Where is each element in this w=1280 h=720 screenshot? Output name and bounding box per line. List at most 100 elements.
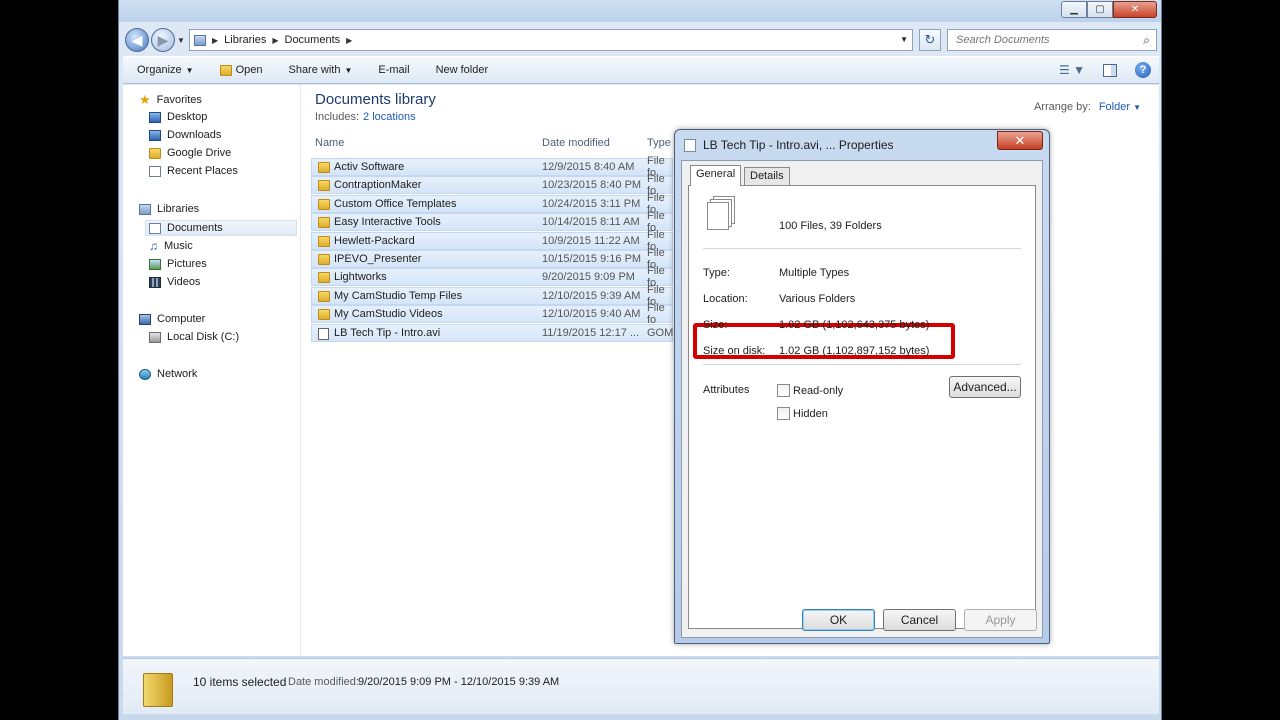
nav-label: Documents [167, 222, 223, 234]
organize-label: Organize [137, 64, 182, 76]
recent-pages-dropdown[interactable]: ▼ [177, 36, 185, 45]
file-name: IPEVO_Presenter [334, 252, 422, 265]
breadcrumb-arrow-icon[interactable]: ▶ [212, 36, 218, 45]
help-icon[interactable]: ? [1135, 62, 1151, 78]
folder-icon [318, 235, 330, 247]
column-header-date[interactable]: Date modified [542, 137, 610, 149]
tab-general[interactable]: General [690, 165, 742, 186]
email-label: E-mail [378, 64, 410, 76]
selected-count: 10 items selected [193, 675, 287, 689]
folder-icon [318, 290, 330, 302]
network-icon [139, 368, 151, 380]
file-row[interactable]: My CamStudio Videos 12/10/2015 9:40 AM Fil… [311, 302, 673, 327]
back-button[interactable]: ◀ [125, 28, 149, 52]
dialog-close-button[interactable]: ✕ [997, 131, 1043, 150]
email-button[interactable]: E-mail [378, 64, 409, 76]
ok-button[interactable]: OK [802, 609, 875, 631]
address-dropdown-icon[interactable]: ▼ [900, 35, 908, 44]
nav-item-desktop[interactable]: Desktop [149, 111, 207, 123]
file-date: 10/23/2015 8:40 PM [542, 179, 642, 192]
open-folder-icon [219, 64, 232, 76]
tab-details[interactable]: Details [744, 167, 790, 186]
file-row[interactable]: Easy Interactive Tools 10/14/2015 8:11 AM… [311, 210, 673, 234]
includes-locations-link[interactable]: 2 locations [363, 111, 416, 123]
file-row[interactable]: ContraptionMaker 10/23/2015 8:40 PM File f… [311, 173, 673, 197]
file-row[interactable]: Custom Office Templates 10/24/2015 3:11 P… [311, 192, 673, 216]
selection-folder-icon [143, 673, 173, 707]
nav-item-recent-places[interactable]: Recent Places [149, 165, 238, 177]
nav-label: Desktop [167, 111, 208, 123]
library-title: Documents library [315, 91, 436, 108]
maximize-button[interactable]: ▢ [1087, 1, 1113, 18]
readonly-label[interactable]: Read-only [793, 385, 843, 397]
nav-item-documents[interactable]: Documents [145, 220, 297, 236]
cancel-button[interactable]: Cancel [883, 609, 956, 631]
window-controls: ▁ ▢ ✕ [1061, 1, 1157, 18]
location-label: Location: [703, 293, 748, 305]
breadcrumb-documents[interactable]: Documents [285, 34, 341, 46]
advanced-button[interactable]: Advanced... [949, 376, 1021, 398]
forward-button[interactable]: ▶ [151, 28, 175, 52]
nav-item-pictures[interactable]: Pictures [149, 258, 207, 270]
change-view-icon[interactable]: ☰ ▼ [1059, 63, 1085, 77]
documents-icon [149, 222, 161, 234]
nav-item-downloads[interactable]: Downloads [149, 129, 221, 141]
breadcrumb-libraries[interactable]: Libraries [224, 34, 266, 46]
file-row[interactable]: LB Tech Tip - Intro.avi 11/19/2015 12:17 … [311, 323, 673, 342]
organize-button[interactable]: Organize ▼ [137, 64, 194, 76]
nav-computer[interactable]: Computer [139, 313, 205, 325]
library-includes: Includes: 2 locations [315, 111, 416, 123]
breadcrumb-arrow-icon[interactable]: ▶ [346, 36, 352, 45]
file-name: Lightworks [334, 271, 387, 284]
nav-label: Recent Places [167, 165, 238, 177]
nav-label: Pictures [167, 258, 207, 270]
preview-pane-icon[interactable] [1103, 63, 1117, 77]
computer-icon [139, 313, 151, 325]
type-value: Multiple Types [779, 267, 850, 279]
file-row[interactable]: Activ Software 12/9/2015 8:40 AM File fo [311, 155, 673, 179]
address-bar[interactable]: ▶ Libraries ▶ Documents ▶ ▼ [189, 29, 913, 51]
nav-label: Favorites [156, 93, 202, 106]
column-header-type[interactable]: Type [647, 137, 671, 149]
close-button[interactable]: ✕ [1113, 1, 1157, 18]
file-row[interactable]: My CamStudio Temp Files 12/10/2015 9:39 A… [311, 284, 673, 308]
nav-item-music[interactable]: ♫ Music [149, 240, 193, 252]
share-with-button[interactable]: Share with ▼ [288, 64, 352, 76]
star-icon: ★ [139, 92, 151, 107]
nav-item-videos[interactable]: Videos [149, 276, 200, 288]
refresh-button[interactable]: ↻ [919, 29, 941, 51]
arrange-by: Arrange by: Folder ▼ [1034, 101, 1141, 113]
search-input[interactable] [954, 33, 1134, 47]
downloads-icon [149, 129, 161, 141]
open-button[interactable]: Open [219, 64, 262, 76]
nav-network[interactable]: Network [139, 368, 197, 380]
search-icon[interactable]: ⌕ [1143, 33, 1150, 48]
file-name: Custom Office Templates [334, 197, 457, 210]
minimize-button[interactable]: ▁ [1061, 1, 1087, 18]
new-folder-label: New folder [435, 64, 489, 76]
file-row[interactable]: Lightworks 9/20/2015 9:09 PM File fo [311, 265, 673, 289]
search-box[interactable]: ⌕ [947, 29, 1157, 51]
column-header-name[interactable]: Name [315, 137, 344, 149]
file-name: Activ Software [334, 161, 405, 173]
dialog-title: LB Tech Tip - Intro.avi, ... Properties [703, 138, 894, 152]
nav-favorites[interactable]: ★ Favorites [139, 93, 202, 106]
file-date: 10/15/2015 9:16 PM [542, 252, 642, 265]
nav-item-local-disk[interactable]: Local Disk (C:) [149, 331, 239, 343]
hidden-label[interactable]: Hidden [793, 408, 828, 420]
file-row[interactable]: Hewlett-Packard 10/9/2015 11:22 AM File fo [311, 229, 673, 253]
nav-label: Libraries [157, 203, 200, 215]
nav-item-google-drive[interactable]: Google Drive [149, 147, 231, 159]
desktop-icon [149, 111, 161, 123]
hidden-checkbox[interactable] [777, 407, 790, 420]
recent-places-icon [149, 165, 161, 177]
apply-button[interactable]: Apply [964, 609, 1037, 631]
nav-libraries[interactable]: Libraries [139, 203, 199, 215]
file-type: File fo [647, 302, 665, 327]
new-folder-button[interactable]: New folder [436, 64, 489, 76]
breadcrumb-arrow-icon[interactable]: ▶ [272, 36, 278, 45]
readonly-checkbox[interactable] [777, 384, 790, 397]
folder-icon [318, 198, 330, 210]
file-row[interactable]: IPEVO_Presenter 10/15/2015 9:16 PM File fo [311, 247, 673, 271]
arrange-by-dropdown[interactable]: Folder ▼ [1099, 101, 1141, 113]
